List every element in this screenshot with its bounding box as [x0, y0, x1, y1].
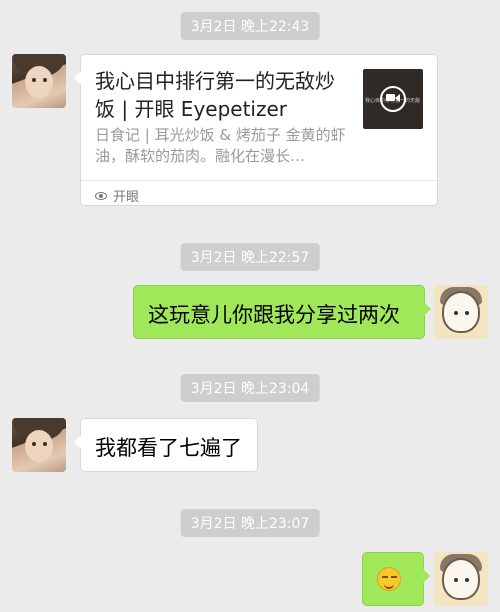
contact-avatar[interactable]	[12, 54, 66, 108]
card-description: 日食记 | 耳光炒饭 & 烤茄子 金黄的虾油，酥软的茄肉。融化在漫长…	[95, 126, 346, 165]
self-avatar[interactable]	[434, 285, 488, 339]
eye-icon	[95, 191, 107, 200]
card-divider	[81, 180, 437, 181]
self-avatar[interactable]	[434, 552, 488, 606]
sent-emoji-bubble[interactable]	[362, 552, 430, 606]
video-thumbnail: 我心目中排行第一的无敌	[363, 69, 423, 129]
timestamp: 3月2日 晚上23:07	[180, 509, 320, 537]
shared-link-card[interactable]: 我心目中排行第一的无敌炒饭 | 开眼 Eyepetizer 日食记 | 耳光炒饭…	[74, 54, 438, 206]
smirk-emoji-icon	[377, 567, 401, 591]
message-text: 这玩意儿你跟我分享过两次	[148, 303, 400, 327]
timestamp: 3月2日 晚上23:04	[180, 374, 320, 402]
card-source-label: 开眼	[113, 190, 140, 205]
contact-avatar[interactable]	[12, 418, 66, 472]
sent-message-bubble[interactable]: 这玩意儿你跟我分享过两次	[133, 285, 431, 339]
message-text: 我都看了七遍了	[95, 436, 242, 460]
timestamp: 3月2日 晚上22:43	[180, 12, 320, 40]
timestamp: 3月2日 晚上22:57	[180, 243, 320, 271]
card-title: 我心目中排行第一的无敌炒饭 | 开眼 Eyepetizer	[95, 69, 335, 121]
received-message-bubble[interactable]: 我都看了七遍了	[74, 418, 258, 472]
card-source: 开眼	[95, 186, 139, 205]
